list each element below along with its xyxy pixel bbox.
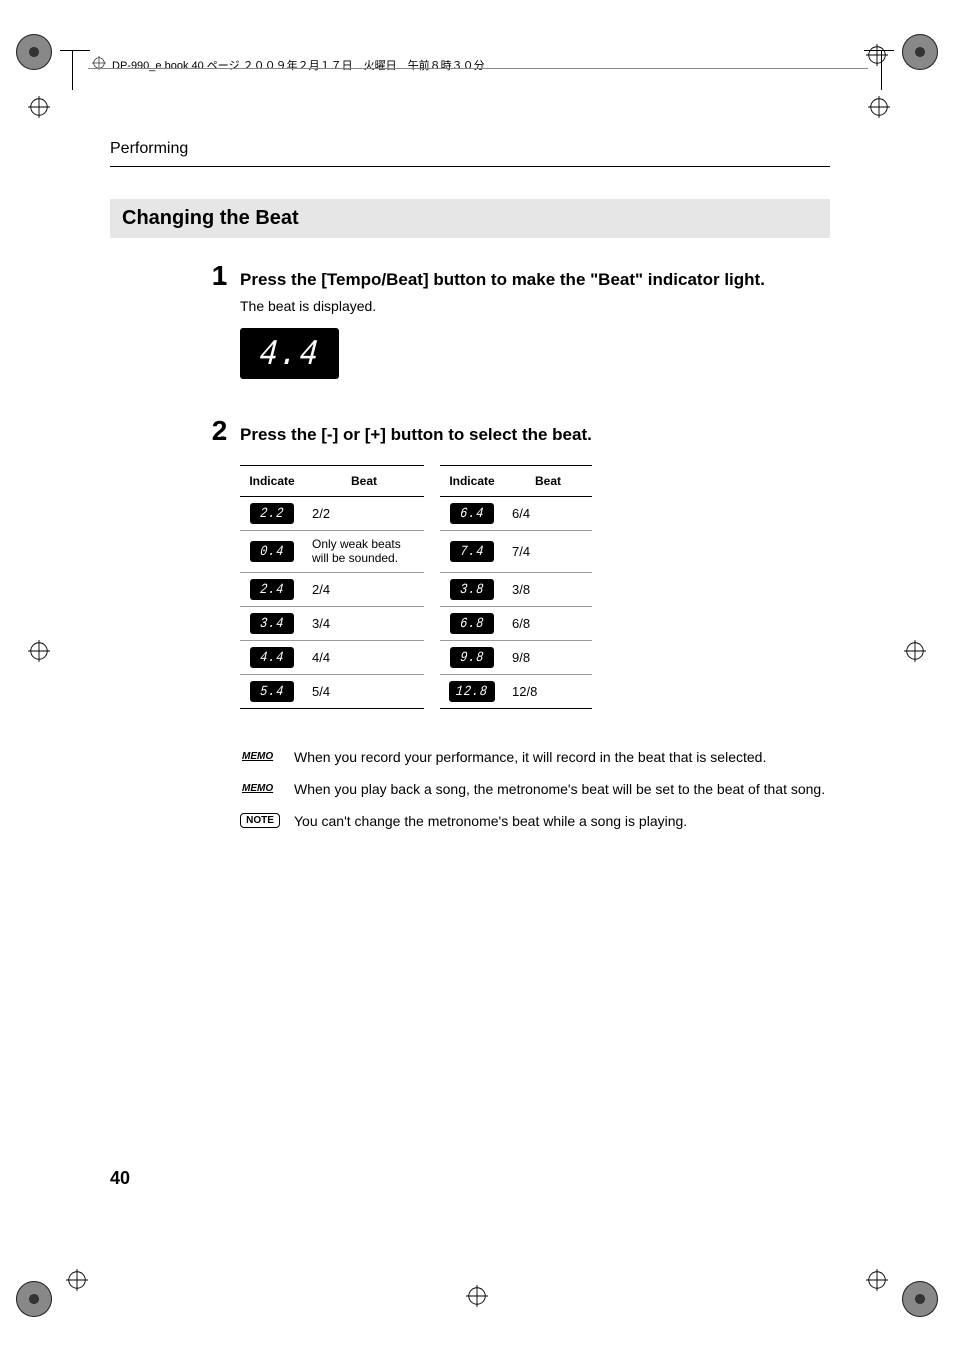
table-row: 0.4 Only weak beats will be sounded. 7.4… [240,531,592,573]
note-row: NOTE You can't change the metronome's be… [240,813,830,829]
beat-cell: 3/8 [504,572,592,606]
beat-cell: 12/8 [504,674,592,708]
beat-cell: 6/8 [504,606,592,640]
table-row: 2.4 2/4 3.8 3/8 [240,572,592,606]
registration-mark-tr-inner [868,96,890,118]
registration-mark-br-inner [866,1269,888,1291]
table-row: 5.4 5/4 12.8 12/8 [240,674,592,708]
memo-badge: MEMO [240,749,280,764]
beat-cell: 5/4 [304,674,424,708]
lcd-icon: 0.4 [250,541,294,562]
lcd-icon: 9.8 [450,647,494,668]
lcd-icon: 7.4 [450,541,494,562]
beat-cell: 7/4 [504,531,592,573]
th-beat-2: Beat [504,466,592,497]
section-title: Changing the Beat [110,199,830,238]
step-2: 2. Press the [-] or [+] button to select… [186,415,830,829]
registration-mark-bl-inner [66,1269,88,1291]
lcd-value: 4.4 [257,334,321,375]
beat-table: Indicate Beat Indicate Beat 2.2 2/2 6.4 … [240,465,592,709]
th-indicate-2: Indicate [440,466,504,497]
crop-line [60,50,90,51]
registration-mark-right [904,640,926,662]
step-1: 1. Press the [Tempo/Beat] button to make… [186,260,830,379]
beat-cell: 2/2 [304,497,424,531]
beat-cell: 3/4 [304,606,424,640]
memo-badge: MEMO [240,781,280,796]
lcd-icon: 2.4 [250,579,294,600]
th-indicate: Indicate [240,466,304,497]
step-1-sub: The beat is displayed. [240,298,830,314]
breadcrumb: Performing [110,140,830,167]
registration-mark-tl-inner [28,96,50,118]
beat-cell: 2/4 [304,572,424,606]
beat-cell: 4/4 [304,640,424,674]
print-header-rule [88,68,868,69]
lcd-display-main: 4.4 [240,328,339,379]
note-text: You can't change the metronome's beat wh… [294,813,687,829]
print-header: DP-990_e.book 40 ページ ２００９年２月１７日 火曜日 午前８時… [92,56,485,73]
lcd-icon: 3.4 [250,613,294,634]
crop-line [72,50,73,90]
table-row: 2.2 2/2 6.4 6/4 [240,497,592,531]
memo-text: When you record your performance, it wil… [294,749,766,765]
print-header-text: DP-990_e.book 40 ページ ２００９年２月１７日 火曜日 午前８時… [112,57,485,73]
printer-disc-tl [16,34,52,70]
lcd-icon: 4.4 [250,647,294,668]
step-number: 1. [186,260,226,292]
step-number: 2. [186,415,226,447]
beat-cell: Only weak beats will be sounded. [304,531,424,573]
registration-mark-bottom-center [466,1285,488,1307]
registration-mark-top [866,44,888,66]
crop-line [864,50,894,51]
beat-cell: 6/4 [504,497,592,531]
beat-cell: 9/8 [504,640,592,674]
lcd-icon: 12.8 [449,681,495,702]
table-row: 4.4 4/4 9.8 9/8 [240,640,592,674]
registration-mark-left [28,640,50,662]
lcd-icon: 6.4 [450,503,494,524]
table-row: 3.4 3/4 6.8 6/8 [240,606,592,640]
memo-row: MEMO When you record your performance, i… [240,749,830,765]
memo-text: When you play back a song, the metronome… [294,781,825,797]
lcd-icon: 6.8 [450,613,494,634]
note-badge: NOTE [240,813,280,828]
memo-row: MEMO When you play back a song, the metr… [240,781,830,797]
lcd-icon: 3.8 [450,579,494,600]
step-2-title: Press the [-] or [+] button to select th… [240,425,830,445]
printer-disc-tr [902,34,938,70]
page-number: 40 [110,1168,130,1189]
crop-line [881,50,882,90]
lcd-icon: 5.4 [250,681,294,702]
step-1-title: Press the [Tempo/Beat] button to make th… [240,270,830,290]
printer-disc-bl [16,1281,52,1317]
lcd-icon: 2.2 [250,503,294,524]
th-beat: Beat [304,466,424,497]
printer-disc-br [902,1281,938,1317]
page-icon [92,56,106,73]
